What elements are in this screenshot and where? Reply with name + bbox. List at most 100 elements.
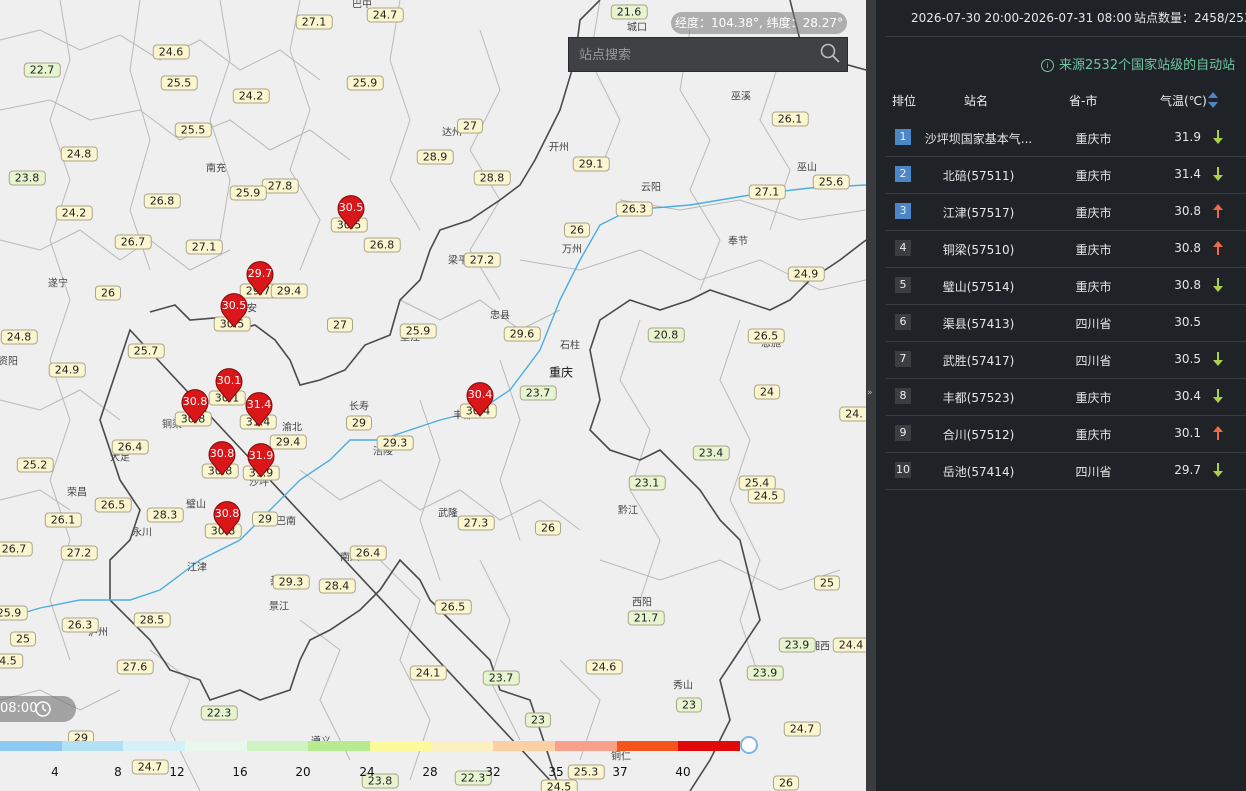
ranking-row[interactable]: 1 沙坪坝国家基本气... 重庆市 31.9: [886, 119, 1246, 157]
station-value-label[interactable]: 27.1: [748, 184, 786, 200]
ranking-row[interactable]: 8 丰都(57523) 重庆市 30.4: [886, 378, 1246, 416]
station-value-label[interactable]: 26.8: [363, 237, 401, 253]
station-value-label[interactable]: 26.5: [747, 328, 785, 344]
station-value-label[interactable]: 20.8: [647, 327, 685, 343]
station-value-label[interactable]: 29: [252, 511, 278, 527]
station-value-label[interactable]: 27: [457, 118, 483, 134]
station-value-label[interactable]: 23: [525, 712, 551, 728]
ranking-row[interactable]: 4 铜梁(57510) 重庆市 30.8: [886, 230, 1246, 268]
station-value-label[interactable]: 26.5: [94, 497, 132, 513]
station-value-label[interactable]: 28.5: [133, 612, 171, 628]
station-value-label[interactable]: 28.4: [318, 578, 356, 594]
station-pin[interactable]: 30.4: [465, 381, 495, 417]
station-pin[interactable]: 30.8: [212, 500, 242, 536]
station-pin[interactable]: 31.4: [244, 391, 274, 427]
station-value-label[interactable]: 26.3: [61, 617, 99, 633]
search-icon[interactable]: [819, 42, 841, 64]
station-value-label[interactable]: 28.8: [473, 170, 511, 186]
station-value-label[interactable]: 25: [814, 575, 840, 591]
station-value-label[interactable]: 25.5: [160, 75, 198, 91]
ranking-row[interactable]: 10 岳池(57414) 四川省 29.7: [886, 452, 1246, 490]
station-value-label[interactable]: 29.3: [376, 435, 414, 451]
station-value-label[interactable]: 4.5: [0, 653, 23, 669]
station-value-label[interactable]: 24.6: [152, 44, 190, 60]
station-value-label[interactable]: 27.6: [116, 659, 154, 675]
station-value-label[interactable]: 24.8: [0, 329, 38, 345]
station-value-label[interactable]: 26.1: [44, 512, 82, 528]
station-value-label[interactable]: 24.2: [232, 88, 270, 104]
station-value-label[interactable]: 29.6: [503, 326, 541, 342]
station-value-label[interactable]: 23.7: [519, 385, 557, 401]
station-value-label[interactable]: 23: [676, 697, 702, 713]
collapse-arrows-icon[interactable]: »: [867, 388, 873, 398]
station-value-label[interactable]: 27.2: [463, 252, 501, 268]
station-value-label[interactable]: 26.4: [349, 545, 387, 561]
colorbar-slider-handle[interactable]: [740, 736, 758, 754]
station-value-label[interactable]: 26.1: [771, 111, 809, 127]
station-value-label[interactable]: 29.3: [272, 574, 310, 590]
station-value-label[interactable]: 27.2: [60, 545, 98, 561]
station-pin[interactable]: 30.8: [207, 440, 237, 476]
station-value-label[interactable]: 25.2: [16, 457, 54, 473]
station-value-label[interactable]: 28.3: [146, 507, 184, 523]
station-pin[interactable]: 31.9: [246, 442, 276, 478]
station-value-label[interactable]: 27.3: [457, 515, 495, 531]
station-pin[interactable]: 30.5: [336, 194, 366, 230]
station-value-label[interactable]: 24.8: [60, 146, 98, 162]
station-value-label[interactable]: 24.5: [747, 488, 785, 504]
ranking-row[interactable]: 9 合川(57512) 重庆市 30.1: [886, 415, 1246, 453]
ranking-row[interactable]: 3 江津(57517) 重庆市 30.8: [886, 193, 1246, 231]
station-value-label[interactable]: 21.7: [627, 610, 665, 626]
station-value-label[interactable]: 23.9: [778, 637, 816, 653]
station-value-label[interactable]: 26.7: [0, 541, 33, 557]
station-pin[interactable]: 30.8: [180, 388, 210, 424]
station-value-label[interactable]: 27.1: [185, 239, 223, 255]
station-value-label[interactable]: 25.9: [399, 323, 437, 339]
search-input[interactable]: [569, 38, 821, 73]
station-value-label[interactable]: 24.9: [48, 362, 86, 378]
station-value-label[interactable]: 22.7: [23, 62, 61, 78]
sort-icon[interactable]: [1207, 91, 1219, 109]
station-value-label[interactable]: 28.9: [416, 149, 454, 165]
ranking-row[interactable]: 7 武胜(57417) 四川省 30.5: [886, 341, 1246, 379]
time-pill[interactable]: 08:00: [0, 696, 76, 722]
station-value-label[interactable]: 24.2: [55, 205, 93, 221]
station-value-label[interactable]: 24.1: [409, 665, 447, 681]
station-value-label[interactable]: 23.7: [482, 670, 520, 686]
ranking-row[interactable]: 2 北碚(57511) 重庆市 31.4: [886, 156, 1246, 194]
station-value-label[interactable]: 25.3: [567, 764, 605, 780]
station-value-label[interactable]: 23.9: [746, 665, 784, 681]
station-value-label[interactable]: 25.6: [812, 174, 850, 190]
station-value-label[interactable]: 26: [535, 520, 561, 536]
station-value-label[interactable]: 26.4: [111, 439, 149, 455]
station-value-label[interactable]: 24.6: [585, 659, 623, 675]
station-value-label[interactable]: 27.8: [261, 178, 299, 194]
station-value-label[interactable]: 27.1: [295, 14, 333, 30]
station-value-label[interactable]: 25.9: [0, 605, 28, 621]
header-temperature[interactable]: 气温(℃): [1160, 92, 1207, 109]
temperature-map[interactable]: 巴中城口巫溪达州开州南充巫山云阳奉节万州梁平遂宁广安忠县垫江石柱资阳重庆恩施长寿…: [0, 0, 866, 791]
station-value-label[interactable]: 24.9: [787, 266, 825, 282]
station-value-label[interactable]: 24.7: [366, 7, 404, 23]
station-value-label[interactable]: 26.3: [615, 201, 653, 217]
station-value-label[interactable]: 24: [754, 384, 780, 400]
station-value-label[interactable]: 26.5: [434, 599, 472, 615]
station-value-label[interactable]: 24.7: [131, 759, 169, 775]
station-value-label[interactable]: 21.6: [610, 4, 648, 20]
station-value-label[interactable]: 24.: [839, 406, 866, 422]
station-value-label[interactable]: 29: [346, 415, 372, 431]
station-value-label[interactable]: 29.4: [270, 283, 308, 299]
station-value-label[interactable]: 25: [10, 631, 36, 647]
station-value-label[interactable]: 26.7: [114, 234, 152, 250]
station-value-label[interactable]: 26.8: [143, 193, 181, 209]
station-value-label[interactable]: 27: [327, 317, 353, 333]
station-value-label[interactable]: 23.1: [628, 475, 666, 491]
station-pin[interactable]: 30.5: [219, 292, 249, 328]
station-value-label[interactable]: 22.3: [200, 705, 238, 721]
clock-icon[interactable]: [34, 700, 52, 718]
station-value-label[interactable]: 23.8: [8, 170, 46, 186]
station-value-label[interactable]: 25.5: [174, 122, 212, 138]
station-value-label[interactable]: 25.7: [127, 343, 165, 359]
station-value-label[interactable]: 24.4: [832, 637, 866, 653]
station-pin[interactable]: 30.1: [214, 367, 244, 403]
